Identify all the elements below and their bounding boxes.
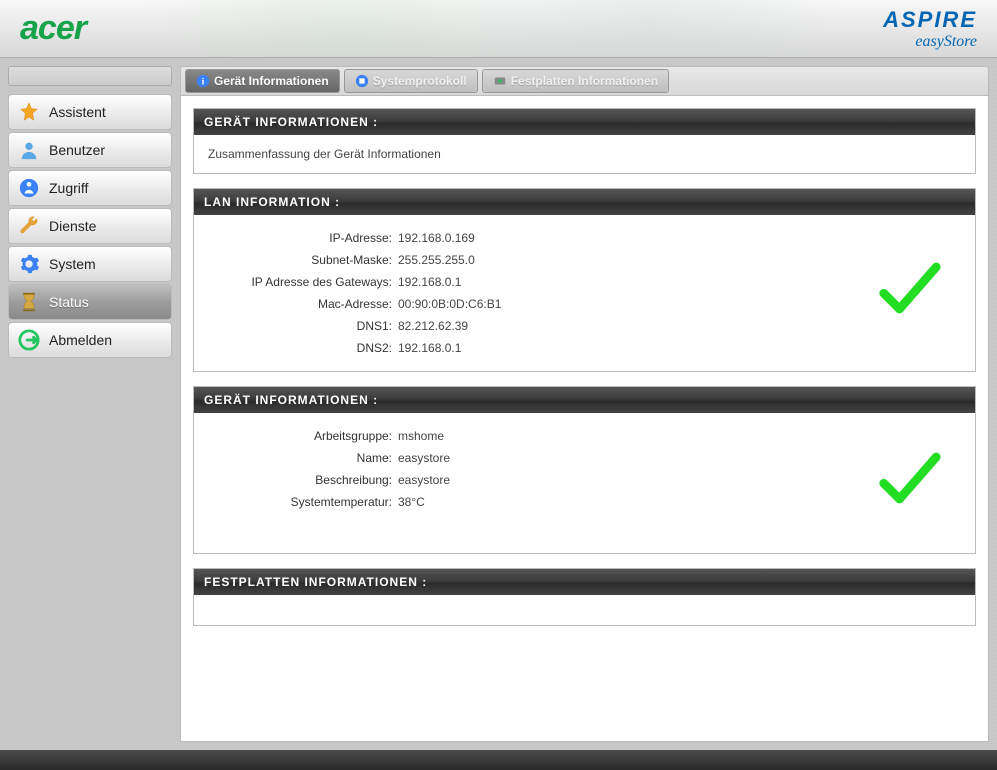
nav-label: System: [49, 256, 96, 272]
nav-label: Abmelden: [49, 332, 112, 348]
user-icon: [17, 138, 41, 162]
info-label: DNS2:: [208, 337, 398, 359]
acer-logo: acer: [20, 9, 86, 48]
info-row: Name: easystore: [208, 447, 961, 469]
info-value: 38°C: [398, 491, 425, 513]
tab-label: Festplatten Informationen: [511, 74, 658, 88]
checkmark-icon: [875, 257, 945, 330]
section-header: LAN INFORMATION :: [194, 189, 975, 215]
disk-icon: [493, 74, 507, 88]
info-label: Arbeitsgruppe:: [208, 425, 398, 447]
info-value: 192.168.0.169: [398, 227, 475, 249]
star-icon: [17, 100, 41, 124]
section-header: GERÄT INFORMATIONEN :: [194, 387, 975, 413]
aspire-logo-sub: easyStore: [883, 33, 977, 51]
info-value: 192.168.0.1: [398, 337, 461, 359]
info-value: 00:90:0B:0D:C6:B1: [398, 293, 501, 315]
tab-disk-info[interactable]: Festplatten Informationen: [482, 69, 669, 93]
nav-item-assistent[interactable]: Assistent: [8, 94, 172, 130]
section-device-info-2: GERÄT INFORMATIONEN : Arbeitsgruppe: msh…: [193, 386, 976, 554]
nav-item-zugriff[interactable]: Zugriff: [8, 170, 172, 206]
info-row: Mac-Adresse: 00:90:0B:0D:C6:B1: [208, 293, 961, 315]
info-label: DNS1:: [208, 315, 398, 337]
info-label: Beschreibung:: [208, 469, 398, 491]
main-content: i Gerät Informationen Systemprotokoll Fe…: [180, 58, 997, 750]
info-row: Beschreibung: easystore: [208, 469, 961, 491]
info-label: IP-Adresse:: [208, 227, 398, 249]
checkmark-icon: [875, 447, 945, 520]
info-value: 192.168.0.1: [398, 271, 461, 293]
nav-label: Zugriff: [49, 180, 88, 196]
gear-icon: [17, 252, 41, 276]
tab-label: Systemprotokoll: [373, 74, 467, 88]
info-row: DNS2: 192.168.0.1: [208, 337, 961, 359]
nav-item-abmelden[interactable]: Abmelden: [8, 322, 172, 358]
tab-label: Gerät Informationen: [214, 74, 329, 88]
section-disk-info: FESTPLATTEN INFORMATIONEN :: [193, 568, 976, 626]
nav-item-dienste[interactable]: Dienste: [8, 208, 172, 244]
nav-item-status[interactable]: Status: [8, 284, 172, 320]
info-row: Systemtemperatur: 38°C: [208, 491, 961, 513]
info-icon: i: [196, 74, 210, 88]
info-row: DNS1: 82.212.62.39: [208, 315, 961, 337]
section-lan-info: LAN INFORMATION : IP-Adresse: 192.168.0.…: [193, 188, 976, 372]
panel-area: GERÄT INFORMATIONEN : Zusammenfassung de…: [180, 96, 989, 742]
nav-label: Dienste: [49, 218, 96, 234]
tab-bar: i Gerät Informationen Systemprotokoll Fe…: [180, 66, 989, 96]
info-label: Subnet-Maske:: [208, 249, 398, 271]
aspire-logo-main: ASPIRE: [883, 7, 977, 33]
section-body: IP-Adresse: 192.168.0.169 Subnet-Maske: …: [194, 215, 975, 371]
section-body: Arbeitsgruppe: mshome Name: easystore Be…: [194, 413, 975, 553]
svg-text:i: i: [202, 77, 205, 88]
wrench-icon: [17, 214, 41, 238]
access-icon: [17, 176, 41, 200]
info-value: 82.212.62.39: [398, 315, 468, 337]
info-value: easystore: [398, 447, 450, 469]
log-icon: [355, 74, 369, 88]
section-body: Zusammenfassung der Gerät Informationen: [194, 135, 975, 173]
info-label: Systemtemperatur:: [208, 491, 398, 513]
info-row: Arbeitsgruppe: mshome: [208, 425, 961, 447]
info-value: 255.255.255.0: [398, 249, 475, 271]
tab-device-info[interactable]: i Gerät Informationen: [185, 69, 340, 93]
info-value: easystore: [398, 469, 450, 491]
logout-icon: [17, 328, 41, 352]
info-row: Subnet-Maske: 255.255.255.0: [208, 249, 961, 271]
nav-label: Status: [49, 294, 89, 310]
section-body: [194, 595, 975, 625]
section-device-summary: GERÄT INFORMATIONEN : Zusammenfassung de…: [193, 108, 976, 174]
section-header: FESTPLATTEN INFORMATIONEN :: [194, 569, 975, 595]
info-value: mshome: [398, 425, 444, 447]
info-row: IP Adresse des Gateways: 192.168.0.1: [208, 271, 961, 293]
info-label: Name:: [208, 447, 398, 469]
hourglass-icon: [17, 290, 41, 314]
section-header: GERÄT INFORMATIONEN :: [194, 109, 975, 135]
device-summary-text: Zusammenfassung der Gerät Informationen: [208, 147, 441, 161]
nav-item-benutzer[interactable]: Benutzer: [8, 132, 172, 168]
tab-system-log[interactable]: Systemprotokoll: [344, 69, 478, 93]
header: acer ASPIRE easyStore: [0, 0, 997, 58]
nav-item-system[interactable]: System: [8, 246, 172, 282]
footer: [0, 750, 997, 770]
nav-label: Benutzer: [49, 142, 105, 158]
nav-label: Assistent: [49, 104, 106, 120]
sidebar-spacer: [8, 66, 172, 86]
info-label: IP Adresse des Gateways:: [208, 271, 398, 293]
info-row: IP-Adresse: 192.168.0.169: [208, 227, 961, 249]
sidebar: Assistent Benutzer Zugriff Dienste Syste: [0, 58, 180, 750]
info-label: Mac-Adresse:: [208, 293, 398, 315]
aspire-logo: ASPIRE easyStore: [883, 7, 977, 51]
